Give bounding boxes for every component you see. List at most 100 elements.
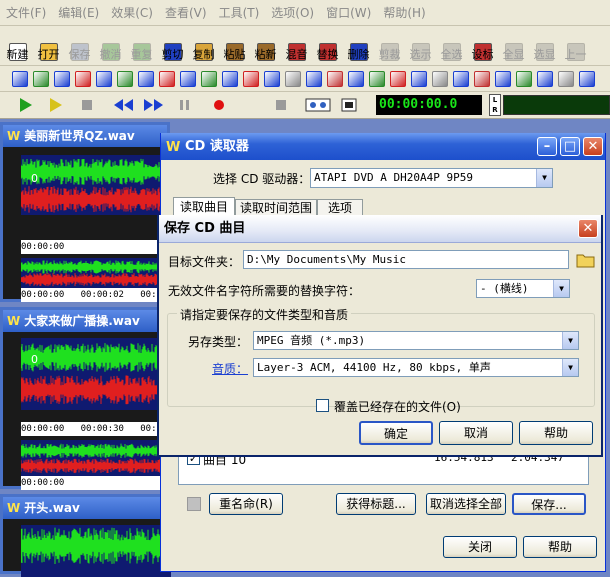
- overwrite-label[interactable]: 覆盖已经存在的文件(O): [334, 398, 461, 415]
- effect-icon-26[interactable]: [558, 70, 574, 87]
- wave-window-title[interactable]: W 开头.wav: [3, 497, 167, 519]
- close-icon[interactable]: ✕: [583, 137, 603, 156]
- wave-window-title[interactable]: W 大家来做广播操.wav: [3, 310, 167, 332]
- effect-icon-15[interactable]: [327, 70, 343, 87]
- fast-forward-icon[interactable]: [142, 97, 164, 113]
- effect-icon-21[interactable]: [453, 70, 469, 87]
- effect-icon-2[interactable]: [54, 70, 70, 87]
- effect-icon-0[interactable]: [12, 70, 28, 87]
- waveform-view[interactable]: [21, 338, 171, 410]
- menu-item-3[interactable]: 查看(V): [159, 4, 213, 21]
- minimize-icon[interactable]: –: [537, 137, 557, 156]
- folder-input[interactable]: D:\My Documents\My Music: [243, 250, 569, 269]
- help-button[interactable]: 帮助: [519, 421, 593, 445]
- effect-icon-5[interactable]: [117, 70, 133, 87]
- ok-button[interactable]: 确定: [359, 421, 433, 445]
- monitor-icon[interactable]: [340, 97, 358, 113]
- toolbar-button-13[interactable]: 选示: [405, 26, 436, 65]
- maximize-icon[interactable]: □: [560, 137, 580, 156]
- chevron-down-icon[interactable]: ▼: [536, 169, 552, 187]
- effect-icon-1[interactable]: [33, 70, 49, 87]
- wave-window-title[interactable]: W 美丽新世界QZ.wav: [3, 125, 167, 147]
- toolbar-button-12[interactable]: 剪裁: [374, 26, 405, 65]
- close-icon[interactable]: ✕: [578, 219, 598, 238]
- drive-select[interactable]: ATAPI DVD A DH20A4P 9P59 ▼: [310, 168, 553, 188]
- sync-icon[interactable]: [305, 97, 331, 113]
- toolbar-button-9[interactable]: 混音: [281, 26, 312, 65]
- rewind-icon[interactable]: [112, 97, 134, 113]
- effect-icon-24[interactable]: [516, 70, 532, 87]
- effect-icon-11[interactable]: [243, 70, 259, 87]
- effect-icon-20[interactable]: [432, 70, 448, 87]
- effect-icon-19[interactable]: [411, 70, 427, 87]
- effect-icon-22[interactable]: [474, 70, 490, 87]
- get-title-button[interactable]: 获得标题...: [336, 493, 416, 515]
- toolbar-button-14[interactable]: 全选: [436, 26, 467, 65]
- cancel-button[interactable]: 取消: [439, 421, 513, 445]
- wave-window-1[interactable]: W 美丽新世界QZ.wav 0 00:00:00 00:00:00 00:00:0…: [0, 122, 171, 373]
- menu-item-7[interactable]: 帮助(H): [377, 4, 431, 21]
- effect-icon-3[interactable]: [75, 70, 91, 87]
- wave-window-2[interactable]: W大家来做广播操.wav 0 00:00:00 00:00:30 00:01:0…: [0, 307, 171, 490]
- menu-item-6[interactable]: 窗口(W): [320, 4, 377, 21]
- menu-item-1[interactable]: 编辑(E): [52, 4, 105, 21]
- play-loop-icon[interactable]: [46, 97, 64, 113]
- record-icon[interactable]: [210, 97, 228, 113]
- effect-icon-23[interactable]: [495, 70, 511, 87]
- effect-icon-10[interactable]: [222, 70, 238, 87]
- effect-icon-9[interactable]: [201, 70, 217, 87]
- menu-item-2[interactable]: 效果(C): [105, 4, 159, 21]
- toolbar-button-0[interactable]: 新建: [2, 26, 33, 65]
- toolbar-button-1[interactable]: 打开: [33, 26, 64, 65]
- toolbar-button-2[interactable]: 保存: [64, 26, 95, 65]
- menu-item-0[interactable]: 文件(F): [0, 4, 52, 21]
- rename-button[interactable]: 重名命(R): [209, 493, 283, 515]
- chevron-down-icon[interactable]: ▼: [562, 332, 578, 349]
- effect-icon-6[interactable]: [138, 70, 154, 87]
- waveform-view[interactable]: [21, 155, 171, 215]
- effect-icon-17[interactable]: [369, 70, 385, 87]
- help-button[interactable]: 帮助: [523, 536, 597, 558]
- effect-icon-13[interactable]: [285, 70, 301, 87]
- toolbar-button-3[interactable]: 撤消: [95, 26, 126, 65]
- stop-record-icon[interactable]: [272, 97, 290, 113]
- menu-item-5[interactable]: 选项(O): [265, 4, 320, 21]
- replacement-char-select[interactable]: - (横线) ▼: [476, 279, 570, 298]
- toolbar-button-15[interactable]: 设标: [467, 26, 498, 65]
- effect-icon-8[interactable]: [180, 70, 196, 87]
- quality-link[interactable]: 音质：: [212, 360, 248, 377]
- effect-icon-16[interactable]: [348, 70, 364, 87]
- menu-item-4[interactable]: 工具(T): [213, 4, 266, 21]
- toolbar-button-17[interactable]: 选显: [529, 26, 560, 65]
- toolbar-button-16[interactable]: 全显: [498, 26, 529, 65]
- pause-icon[interactable]: [176, 97, 194, 113]
- toolbar-button-10[interactable]: 替换: [312, 26, 343, 65]
- toolbar-button-7[interactable]: 粘贴: [219, 26, 250, 65]
- effect-icon-12[interactable]: [264, 70, 280, 87]
- chevron-down-icon[interactable]: ▼: [562, 359, 578, 376]
- wave-window-3[interactable]: W 开头.wav: [0, 494, 171, 577]
- toolbar-button-11[interactable]: 删除: [343, 26, 374, 65]
- waveform-view[interactable]: [21, 525, 171, 577]
- deselect-all-button[interactable]: 取消选择全部: [426, 493, 506, 515]
- file-type-select[interactable]: MPEG 音频 (*.mp3) ▼: [253, 331, 579, 350]
- tab-read-tracks[interactable]: 读取曲目: [173, 197, 235, 217]
- save-cd-track-dialog[interactable]: 保存 CD 曲目 ✕ 目标文件夹： D:\My Documents\My Mus…: [157, 215, 603, 457]
- effect-icon-14[interactable]: [306, 70, 322, 87]
- toolbar-button-18[interactable]: 上一: [560, 26, 591, 65]
- save-button[interactable]: 保存...: [512, 493, 586, 515]
- overwrite-checkbox[interactable]: [316, 399, 329, 412]
- effect-icon-7[interactable]: [159, 70, 175, 87]
- effect-icon-25[interactable]: [537, 70, 553, 87]
- toolbar-button-8[interactable]: 粘新: [250, 26, 281, 65]
- quality-select[interactable]: Layer-3 ACM, 44100 Hz, 80 kbps, 单声 ▼: [253, 358, 579, 377]
- stop-icon[interactable]: [78, 97, 96, 113]
- chevron-down-icon[interactable]: ▼: [553, 280, 569, 297]
- overview-waveform[interactable]: [21, 440, 171, 476]
- effect-icon-27[interactable]: [579, 70, 595, 87]
- overview-waveform[interactable]: [21, 258, 171, 288]
- toolbar-button-6[interactable]: 复制: [188, 26, 219, 65]
- browse-folder-icon[interactable]: [576, 251, 596, 268]
- close-button[interactable]: 关闭: [443, 536, 517, 558]
- save-dialog-title[interactable]: 保存 CD 曲目: [159, 215, 601, 243]
